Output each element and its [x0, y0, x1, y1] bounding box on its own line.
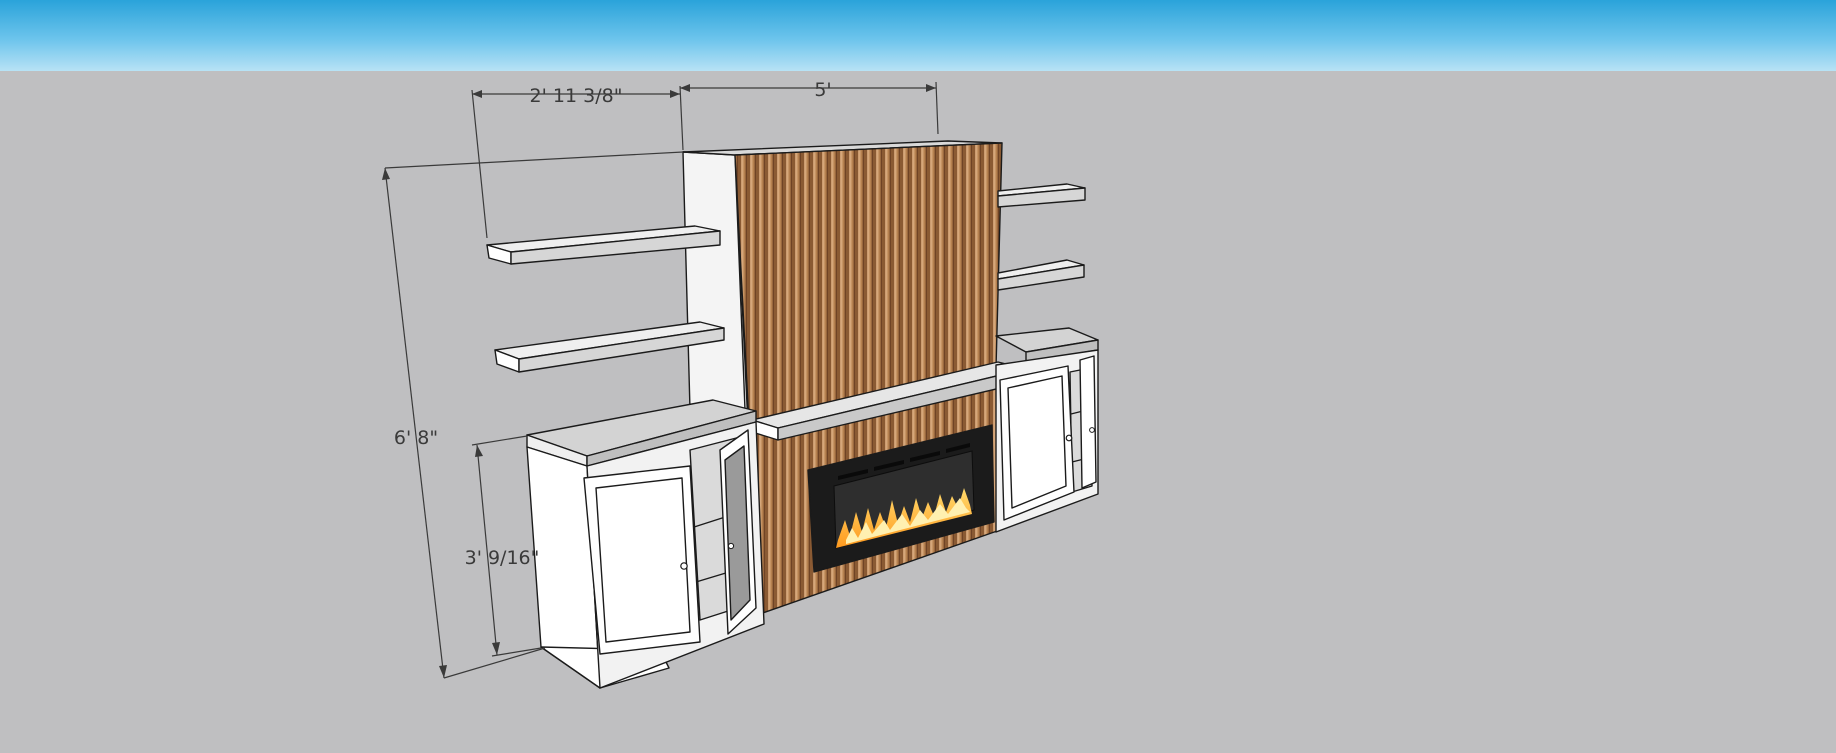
- right-cabinet-door-right[interactable]: [1079, 355, 1097, 489]
- right-shelf-lower[interactable]: [997, 259, 1085, 291]
- label-total-height: 6' 8": [394, 427, 438, 449]
- label-left-width: 2' 11 3/8": [530, 85, 623, 107]
- label-center-width: 5': [814, 79, 831, 101]
- model-canvas[interactable]: 2' 11 3/8" 5' 6' 8" 3' 9/16": [0, 0, 1836, 753]
- dimension-center-width[interactable]: 5': [680, 79, 939, 135]
- door-knob: [680, 562, 688, 570]
- right-shelf-upper[interactable]: [997, 183, 1086, 208]
- right-base-cabinet[interactable]: [995, 327, 1099, 533]
- sketchup-viewport[interactable]: 2' 11 3/8" 5' 6' 8" 3' 9/16": [0, 0, 1836, 753]
- label-cabinet-height: 3' 9/16": [465, 547, 540, 569]
- left-base-cabinet[interactable]: [526, 399, 765, 689]
- left-shelf-upper[interactable]: [486, 225, 721, 265]
